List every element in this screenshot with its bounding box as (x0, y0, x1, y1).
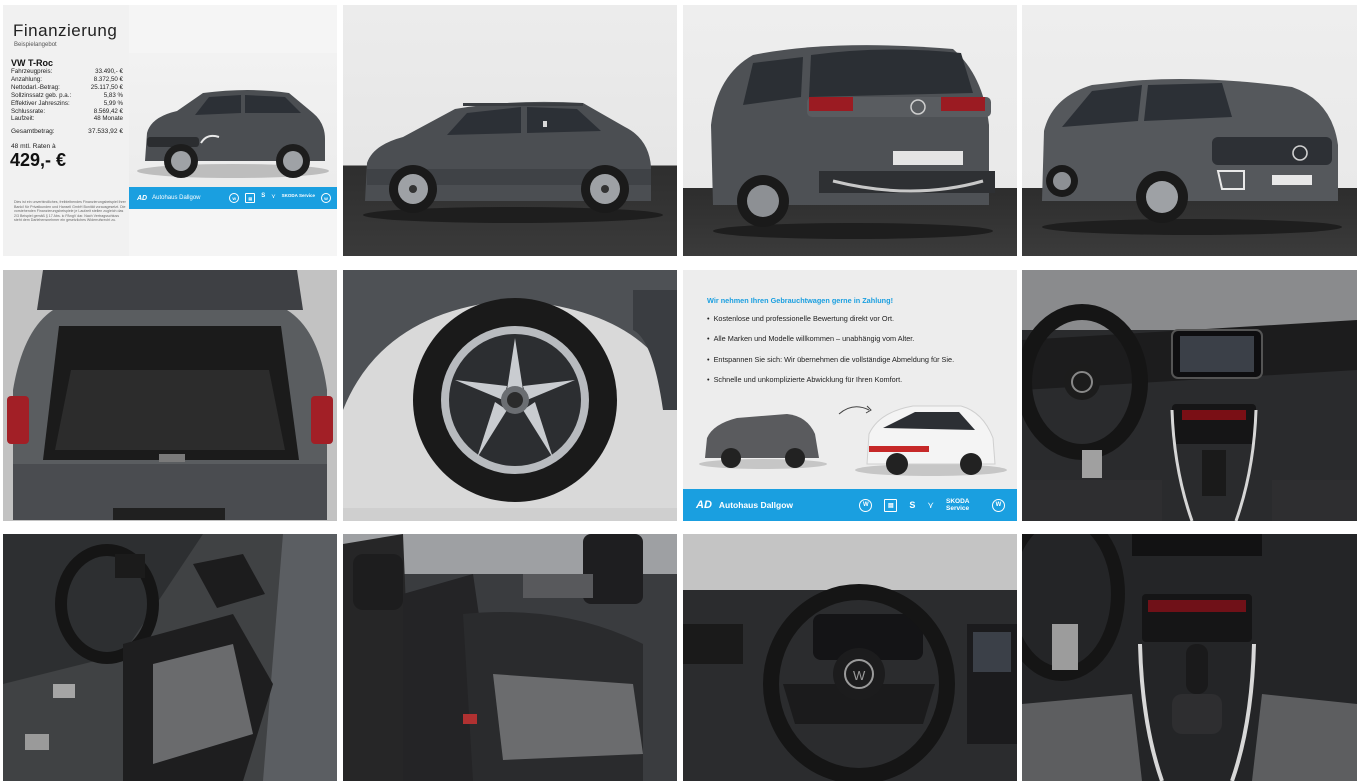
finance-rate-label: 48 mtl. Raten à (11, 143, 56, 150)
finance-row: Nettodarl.-Betrag: 25.117,50 € (11, 83, 123, 91)
finance-row: Fahrzeugpreis: 33.490,- € (11, 68, 123, 75)
seat-logo-icon: S (909, 500, 916, 510)
photo-rear-three-quarter[interactable] (683, 5, 1017, 256)
finance-title: Finanzierung (13, 21, 118, 40)
finance-row: Schlussrate: 8.569,42 € (11, 107, 123, 115)
tradein-headline: Wir nehmen Ihren Gebrauchtwagen gerne in… (707, 296, 894, 305)
dealer-banner: AD Autohaus Dallgow W ▤ S ⋎ SKODA Servic… (129, 187, 337, 209)
photo-gallery-grid: Finanzierung Beispielangebot VW T-Roc Fa… (0, 0, 1361, 781)
dealer-name: Autohaus Dallgow (152, 195, 201, 201)
finance-total: Gesamtbetrag: 37.533,92 € (11, 128, 123, 135)
brand-logos: W ▤ S ⋎ SKODA Service W (229, 193, 331, 203)
finance-row: Sollzinssatz geb. p.a.: 5,83 % (11, 91, 123, 99)
tradein-bullet-list: Kostenlose und professionelle Bewertung … (707, 314, 955, 395)
finance-row: Anzahlung: 8.372,50 € (11, 75, 123, 83)
tradein-bullet: Schnelle und unkomplizierte Abwicklung f… (707, 375, 954, 395)
vw-nutzfahrzeuge-icon: ▤ (245, 193, 256, 203)
skoda-service-label: SKODA Service (281, 193, 315, 198)
finance-subtitle: Beispielangebot (14, 42, 57, 48)
photo-trunk-open[interactable] (3, 270, 337, 521)
finance-offer-tile[interactable]: Finanzierung Beispielangebot VW T-Roc Fa… (3, 5, 337, 256)
skoda-service-label: SKODA Service (946, 498, 970, 512)
finance-rate-value: 429,- € (10, 150, 67, 170)
photo-gear-shifter-console[interactable] (1022, 534, 1357, 781)
finance-row: Effektiver Jahreszins: 5,99 % (11, 99, 123, 107)
dealer-logo: AD (137, 194, 148, 202)
photo-driver-seat-door-open[interactable] (3, 534, 337, 781)
vw-logo-icon: W (853, 668, 866, 683)
photo-front-three-quarter[interactable] (1022, 5, 1357, 256)
vw-nutzfahrzeuge-icon: ▤ (884, 498, 898, 512)
seat-logo-icon: S (261, 193, 266, 199)
photo-rear-seats[interactable] (343, 534, 677, 781)
finance-car-photo (129, 53, 337, 187)
finance-panel: Finanzierung Beispielangebot VW T-Roc Fa… (3, 5, 129, 256)
cupra-logo-icon: ⋎ (927, 499, 934, 510)
photo-dashboard-center-console[interactable] (1022, 270, 1357, 521)
photo-steering-wheel[interactable]: W (683, 534, 1017, 781)
vw-logo-icon: W (992, 498, 1005, 512)
photo-side-profile[interactable] (343, 5, 677, 256)
dealer-banner: AD Autohaus Dallgow W ▤ S ⋎ SKODA Servic… (683, 489, 1017, 521)
vw-logo-icon: W (859, 498, 873, 512)
tradein-advert-tile[interactable]: Wir nehmen Ihren Gebrauchtwagen gerne in… (683, 270, 1017, 521)
cupra-logo-icon: ⋎ (271, 194, 276, 200)
dealer-logo: AD (696, 499, 712, 511)
finance-row: Laufzeit: 48 Monate (11, 115, 123, 123)
tradein-bullet: Kostenlose und professionelle Bewertung … (707, 314, 954, 334)
tradein-cars-illustration (699, 405, 1007, 476)
photo-wheel-closeup[interactable] (343, 270, 677, 521)
vw-logo-icon: W (321, 193, 331, 203)
brand-logos: W ▤ S ⋎ SKODA Service W (859, 498, 1005, 512)
tradein-bullet: Entspannen Sie sich: Wir übernehmen die … (707, 355, 955, 375)
finance-rows: Fahrzeugpreis: 33.490,- € Anzahlung: 8.372… (11, 68, 123, 123)
finance-disclaimer: Dies ist ein unverbindliches, freibleibe… (14, 200, 126, 223)
finance-model: VW T-Roc (11, 58, 53, 68)
vw-logo-icon: W (229, 193, 240, 203)
dealer-name: Autohaus Dallgow (718, 500, 794, 510)
tradein-bullet: Alle Marken und Modelle willkommen – una… (707, 334, 954, 354)
